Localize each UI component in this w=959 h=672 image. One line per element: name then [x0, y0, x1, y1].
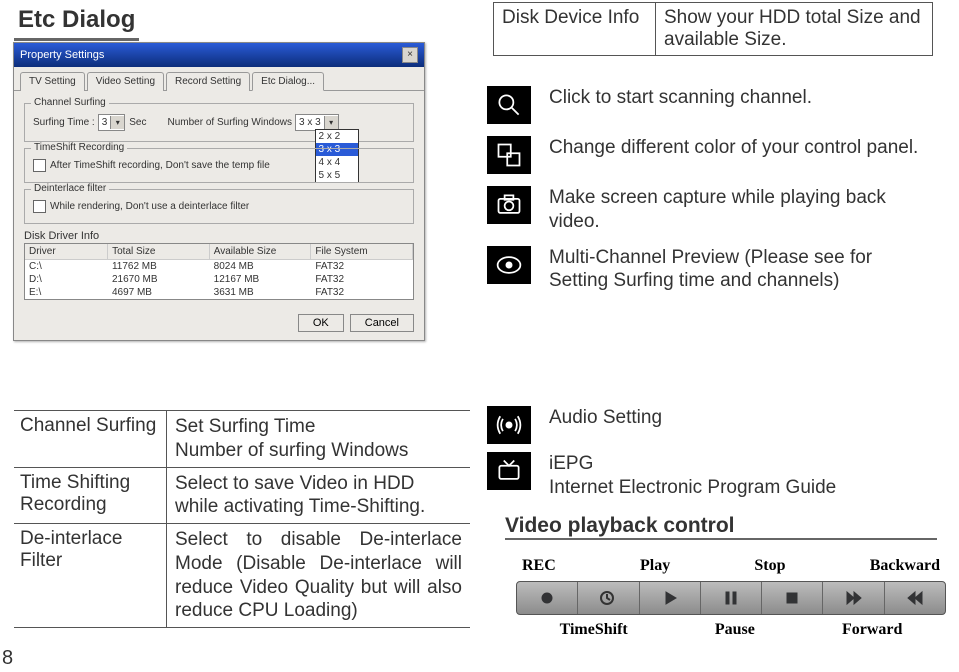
label-rec: REC — [522, 557, 556, 575]
disk-table-row: E:\ 4697 MB 3631 MB FAT32 — [25, 286, 413, 299]
label-forward: Forward — [842, 621, 902, 639]
timeshift-button[interactable] — [578, 582, 639, 614]
tab-tv-setting[interactable]: TV Setting — [20, 72, 85, 91]
surfing-time-value: 3 — [102, 117, 108, 128]
timeshift-checkbox-label: After TimeShift recording, Don't save th… — [50, 160, 270, 171]
dialog-buttons: OK Cancel — [14, 308, 424, 340]
surfing-time-label: Surfing Time : — [33, 117, 95, 128]
def-definition: Select to disable De-interlace Mode (Dis… — [167, 524, 470, 627]
cell-fs: FAT32 — [311, 260, 413, 273]
def-term: Time Shifting Recording — [14, 468, 167, 524]
rec-button[interactable] — [517, 582, 578, 614]
mini-table-term: Disk Device Info — [494, 3, 656, 56]
desc-iepg: iEPG Internet Electronic Program Guide — [549, 452, 836, 500]
surfing-time-select[interactable]: 3 ▾ — [98, 114, 126, 131]
fieldset-timeshift-recording: TimeShift Recording After TimeShift reco… — [24, 148, 414, 183]
dialog-tabs: TV Setting Video Setting Record Setting … — [14, 67, 424, 91]
cell-total: 4697 MB — [108, 286, 210, 299]
right-bottom-block: Audio Setting iEPG Internet Electronic P… — [487, 406, 937, 540]
deinterlace-checkbox-label: While rendering, Don't use a deinterlace… — [50, 201, 249, 212]
cell-driver: C:\ — [25, 260, 108, 273]
desc-multichannel-preview: Multi-Channel Preview (Please see for Se… — [549, 246, 931, 294]
cell-avail: 8024 MB — [210, 260, 312, 273]
camera-icon — [487, 186, 531, 224]
num-windows-value: 3 x 3 — [299, 117, 321, 128]
cell-fs: FAT32 — [311, 273, 413, 286]
col-file-system: File System — [311, 244, 413, 260]
legend-deinterlace: Deinterlace filter — [31, 183, 109, 194]
disk-driver-table: Driver Total Size Available Size File Sy… — [24, 243, 414, 300]
fieldset-channel-surfing: Channel Surfing Surfing Time : 3 ▾ Sec N… — [24, 103, 414, 142]
tab-video-setting[interactable]: Video Setting — [87, 72, 164, 91]
label-play: Play — [640, 557, 670, 575]
icon-description-list: Click to start scanning channel. Change … — [487, 86, 931, 305]
legend-channel-surfing: Channel Surfing — [31, 97, 109, 108]
backward-button[interactable] — [885, 582, 945, 614]
cell-driver: D:\ — [25, 273, 108, 286]
section-heading-etc-dialog: Etc Dialog — [14, 2, 139, 41]
color-panel-icon — [487, 136, 531, 174]
label-timeshift: TimeShift — [560, 621, 628, 639]
pause-button[interactable] — [701, 582, 762, 614]
legend-timeshift: TimeShift Recording — [31, 142, 127, 153]
fieldset-deinterlace: Deinterlace filter While rendering, Don'… — [24, 189, 414, 224]
col-total-size: Total Size — [108, 244, 210, 260]
def-term: Channel Surfing — [14, 411, 167, 467]
iepg-full: Internet Electronic Program Guide — [549, 477, 836, 498]
label-pause: Pause — [715, 621, 755, 639]
desc-audio-setting: Audio Setting — [549, 406, 662, 430]
video-playback-heading: Video playback control — [505, 514, 735, 537]
dialog-body: Channel Surfing Surfing Time : 3 ▾ Sec N… — [14, 91, 424, 308]
magnify-icon — [487, 86, 531, 124]
stop-button[interactable] — [762, 582, 823, 614]
iepg-label: iEPG — [549, 453, 593, 474]
tab-record-setting[interactable]: Record Setting — [166, 72, 250, 91]
col-driver: Driver — [25, 244, 108, 260]
dialog-title-text: Property Settings — [20, 49, 104, 61]
num-windows-option[interactable]: 2 x 2 — [316, 130, 358, 143]
cell-driver: E:\ — [25, 286, 108, 299]
video-playback-control: REC Play Stop Backward TimeShift Pause F… — [516, 557, 946, 639]
deinterlace-checkbox[interactable] — [33, 200, 46, 213]
play-button[interactable] — [640, 582, 701, 614]
cancel-button[interactable]: Cancel — [350, 314, 414, 332]
num-windows-label: Number of Surfing Windows — [168, 117, 293, 128]
iepg-icon — [487, 452, 531, 490]
col-available-size: Available Size — [210, 244, 312, 260]
dialog-close-button[interactable]: × — [402, 47, 418, 63]
cell-avail: 12167 MB — [210, 273, 312, 286]
dialog-titlebar: Property Settings × — [14, 43, 424, 67]
def-definition: Set Surfing Time Number of surfing Windo… — [167, 411, 470, 467]
desc-screen-capture: Make screen capture while playing back v… — [549, 186, 931, 234]
label-backward: Backward — [870, 557, 940, 575]
tab-etc-dialog[interactable]: Etc Dialog... — [252, 72, 324, 91]
surfing-time-unit: Sec — [129, 117, 146, 128]
disk-table-row: D:\ 21670 MB 12167 MB FAT32 — [25, 273, 413, 286]
chevron-down-icon: ▾ — [324, 116, 338, 129]
multichannel-preview-icon — [487, 246, 531, 284]
disk-device-info-table: Disk Device Info Show your HDD total Siz… — [493, 2, 933, 56]
forward-button[interactable] — [823, 582, 884, 614]
chevron-down-icon: ▾ — [110, 116, 124, 129]
mini-table-desc: Show your HDD total Size and available S… — [656, 3, 933, 56]
cell-fs: FAT32 — [311, 286, 413, 299]
def-definition: Select to save Video in HDD while activa… — [167, 468, 470, 524]
cell-total: 21670 MB — [108, 273, 210, 286]
disk-info-label: Disk Driver Info — [24, 230, 414, 242]
disk-table-header: Driver Total Size Available Size File Sy… — [25, 244, 413, 260]
cell-total: 11762 MB — [108, 260, 210, 273]
disk-table-row: C:\ 11762 MB 8024 MB FAT32 — [25, 260, 413, 273]
playback-button-bar — [516, 581, 946, 615]
ok-button[interactable]: OK — [298, 314, 344, 332]
property-settings-dialog: Property Settings × TV Setting Video Set… — [13, 42, 425, 341]
cell-avail: 3631 MB — [210, 286, 312, 299]
audio-setting-icon — [487, 406, 531, 444]
timeshift-checkbox[interactable] — [33, 159, 46, 172]
desc-change-color: Change different color of your control p… — [549, 136, 918, 160]
definitions-table: Channel Surfing Set Surfing Time Number … — [14, 410, 470, 628]
desc-scan-channel: Click to start scanning channel. — [549, 86, 812, 110]
page-number: 8 — [2, 647, 13, 670]
label-stop: Stop — [754, 557, 785, 575]
def-term: De-interlace Filter — [14, 524, 167, 627]
